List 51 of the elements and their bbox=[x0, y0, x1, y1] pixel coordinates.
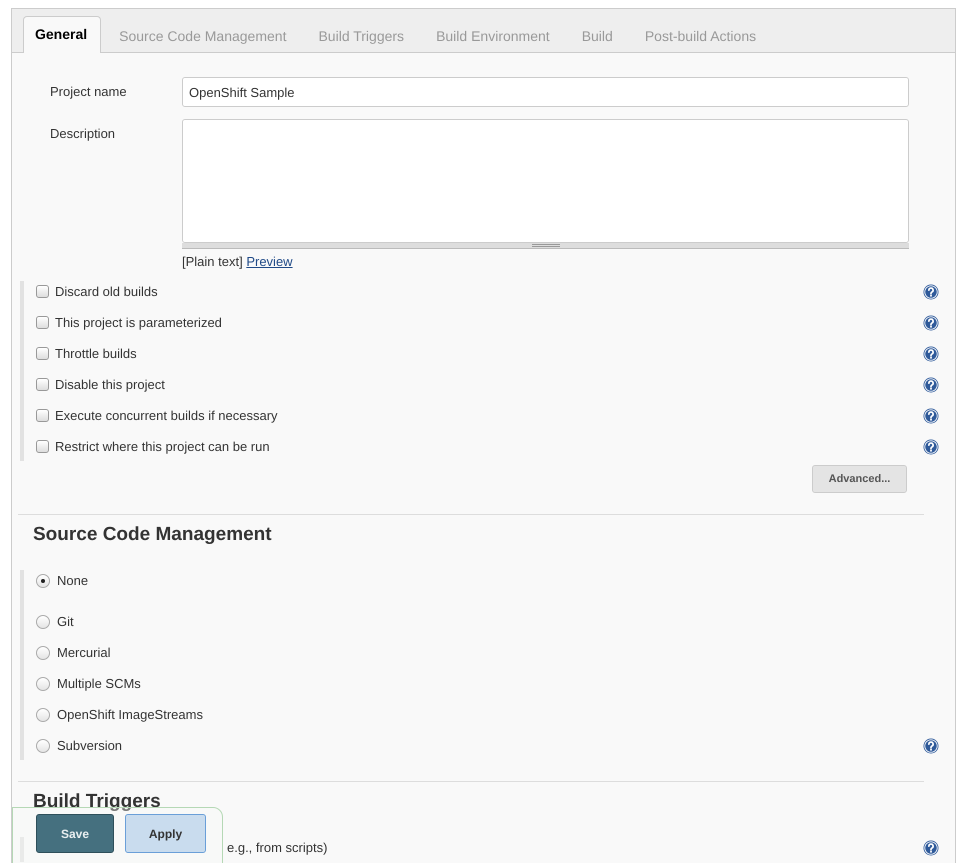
option-label: Execute concurrent builds if necessary bbox=[55, 408, 279, 423]
radio-button[interactable] bbox=[36, 574, 50, 588]
option-label: Discard old builds bbox=[55, 284, 159, 299]
option-label: Throttle builds bbox=[55, 346, 138, 361]
help-icon[interactable] bbox=[923, 840, 939, 856]
radio-button[interactable] bbox=[36, 646, 50, 660]
format-note: [Plain text] bbox=[182, 254, 243, 269]
checkbox[interactable] bbox=[36, 347, 49, 360]
resize-handle[interactable] bbox=[182, 243, 909, 249]
help-icon[interactable] bbox=[923, 346, 939, 362]
advanced-button[interactable]: Advanced... bbox=[812, 465, 907, 493]
checkbox[interactable] bbox=[36, 409, 49, 422]
save-button[interactable]: Save bbox=[36, 814, 114, 853]
tab[interactable]: Build Environment bbox=[424, 18, 564, 53]
checkbox[interactable] bbox=[36, 285, 49, 298]
option-label: Subversion bbox=[57, 738, 124, 753]
apply-button[interactable]: Apply bbox=[125, 814, 206, 853]
checkbox[interactable] bbox=[36, 316, 49, 329]
tab[interactable]: General bbox=[23, 16, 102, 53]
radio-button[interactable] bbox=[36, 614, 50, 628]
project-name-field[interactable]: OpenShift Sample bbox=[182, 77, 909, 107]
option-label: Restrict where this project can be run bbox=[55, 439, 271, 454]
tab[interactable]: Build Triggers bbox=[306, 18, 418, 53]
help-icon[interactable] bbox=[923, 438, 939, 454]
tab[interactable]: Post-build Actions bbox=[632, 18, 770, 53]
option-label: None bbox=[57, 573, 90, 588]
option-label: Git bbox=[57, 614, 75, 629]
section-heading: Build Triggers bbox=[33, 791, 162, 813]
field-label: Description bbox=[50, 125, 116, 141]
option-label: OpenShift ImageStreams bbox=[57, 707, 204, 722]
radio-button[interactable] bbox=[36, 708, 50, 722]
radio-button[interactable] bbox=[36, 676, 50, 690]
option-label: Disable this project bbox=[55, 377, 166, 392]
section-heading: Source Code Management bbox=[33, 524, 273, 546]
option-label: This project is parameterized bbox=[55, 315, 223, 330]
help-icon[interactable] bbox=[923, 408, 939, 424]
help-icon[interactable] bbox=[923, 284, 939, 300]
preview-link[interactable]: Preview bbox=[246, 254, 293, 269]
description-field[interactable] bbox=[182, 119, 909, 243]
help-icon[interactable] bbox=[923, 738, 939, 754]
tab[interactable]: Build bbox=[570, 18, 627, 53]
checkbox[interactable] bbox=[36, 440, 49, 453]
option-label: e.g., from scripts) bbox=[227, 840, 328, 855]
option-label: Mercurial bbox=[57, 645, 112, 660]
checkbox[interactable] bbox=[36, 378, 49, 391]
tab[interactable]: Source Code Management bbox=[107, 18, 300, 53]
radio-button[interactable] bbox=[36, 738, 50, 752]
help-icon[interactable] bbox=[923, 314, 939, 330]
help-icon[interactable] bbox=[923, 376, 939, 392]
option-label: Multiple SCMs bbox=[57, 676, 142, 691]
field-label: Project name bbox=[50, 83, 128, 99]
